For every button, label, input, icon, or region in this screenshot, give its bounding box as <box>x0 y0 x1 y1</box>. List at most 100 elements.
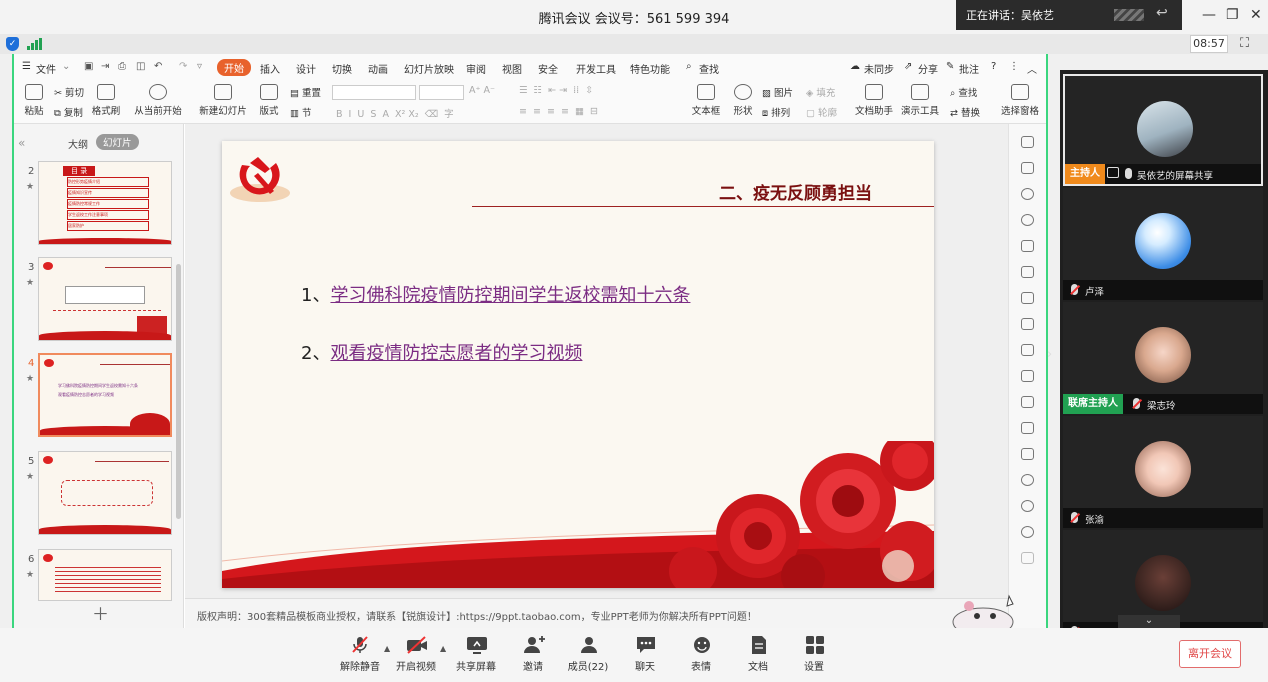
network-signal-icon[interactable] <box>27 38 42 50</box>
tab-transition[interactable]: 切换 <box>332 61 352 76</box>
textbox-button[interactable]: 文本框 <box>688 82 724 117</box>
arrange-button[interactable]: ⧈ 排列 <box>762 105 790 119</box>
save-icon[interactable]: ▣ <box>84 61 93 72</box>
tab-outline[interactable]: 大纲 <box>68 136 88 151</box>
hyperlink-return-to-school-rules[interactable]: 学习佛科院疫情防控期间学生返校需知十六条 <box>330 285 690 306</box>
design-icon[interactable] <box>1021 136 1034 148</box>
export-icon[interactable]: ⇥ <box>101 61 109 72</box>
return-icon[interactable]: ↩ <box>1156 5 1168 21</box>
tab-insert[interactable]: 插入 <box>260 61 280 76</box>
play-from-current-button[interactable]: 从当前开始 <box>130 82 186 117</box>
copy-slide-icon[interactable] <box>1021 344 1034 356</box>
slide-thumbnail-6[interactable] <box>38 549 172 601</box>
chevron-right-icon[interactable]: › <box>1047 340 1059 370</box>
help-icon[interactable]: ? <box>991 61 996 72</box>
shape-style-icon[interactable] <box>1021 188 1034 200</box>
chart-icon[interactable] <box>1021 292 1034 304</box>
menu-icon[interactable]: ☰ <box>22 61 31 72</box>
settings-button[interactable]: 设置 <box>786 636 842 673</box>
picture-button[interactable]: ▨ 图片 <box>762 85 793 99</box>
participant-card[interactable]: 主持人 吴依艺的屏幕共享 <box>1063 74 1263 186</box>
reset-button[interactable]: ▤ 重置 <box>290 85 321 99</box>
participant-card[interactable]: 吴森 <box>1063 530 1263 628</box>
doc-helper-button[interactable]: 文档助手 <box>854 82 894 117</box>
replace-button[interactable]: ⇄ 替换 <box>950 105 980 119</box>
tab-view[interactable]: 视图 <box>502 61 522 76</box>
tab-security[interactable]: 安全 <box>538 61 558 76</box>
download-icon[interactable] <box>1021 474 1034 486</box>
hyperlink-volunteer-video[interactable]: 观看疫情防控志愿者的学习视频 <box>330 343 582 364</box>
image-icon[interactable] <box>1021 422 1034 434</box>
fullscreen-icon[interactable]: ⛶ <box>1240 36 1249 51</box>
thumbnail-scrollbar[interactable] <box>176 264 181 519</box>
list-icons[interactable]: ☰ ☷ ⇤ ⇥ ⁞⁞ ⇳ <box>519 85 593 96</box>
undo-icon[interactable]: ↶ <box>154 61 162 72</box>
share-screen-button[interactable]: 共享屏幕 <box>448 636 504 673</box>
outline-button[interactable]: ▢ 轮廓 <box>806 105 837 119</box>
paste-button[interactable]: 粘贴 <box>20 82 48 117</box>
current-slide[interactable]: 二、疫无反顾勇担当 1、学习佛科院疫情防控期间学生返校需知十六条 2、观看疫情防… <box>222 141 934 588</box>
slide-thumbnail-5[interactable] <box>38 451 172 535</box>
start-video-button[interactable]: 开启视频 <box>388 636 444 673</box>
members-button[interactable]: 成员(22) <box>560 636 616 673</box>
search-icon[interactable]: ⌕ <box>686 61 692 72</box>
restore-icon[interactable]: ❐ <box>1226 7 1239 23</box>
font-style-icons[interactable]: B I U S A X² X₂ ⌫ 字 <box>336 106 454 120</box>
tab-devtools[interactable]: 开发工具 <box>576 61 616 76</box>
chat-button[interactable]: 聊天 <box>617 636 673 673</box>
tab-find[interactable]: 查找 <box>699 61 719 76</box>
cut-button[interactable]: ✂ 剪切 <box>54 85 84 99</box>
fill-button[interactable]: ◈ 填充 <box>806 85 835 99</box>
tab-start[interactable]: 开始 <box>217 59 251 76</box>
cube-icon[interactable] <box>1021 552 1034 564</box>
object-property-icon[interactable] <box>1021 162 1034 174</box>
section-button[interactable]: ▥ 节 <box>290 105 312 119</box>
chevron-down-icon[interactable]: ⌄ <box>62 61 70 72</box>
animation-icon[interactable] <box>1021 240 1034 252</box>
reactions-button[interactable]: 表情 <box>673 636 729 673</box>
history-icon[interactable] <box>1021 500 1034 512</box>
video-options-icon[interactable]: ▲ <box>440 644 446 653</box>
comment-button[interactable]: 批注 <box>959 61 979 76</box>
more-options-icon[interactable]: ⋮ <box>1009 61 1019 72</box>
close-icon[interactable]: ✕ <box>1250 7 1262 23</box>
print-icon[interactable]: ⎙ <box>118 61 126 72</box>
comment-icon[interactable]: ✎ <box>946 61 954 72</box>
share-icon[interactable]: ⇗ <box>904 61 912 72</box>
cloud-icon[interactable]: ☁ <box>850 61 860 72</box>
more-icon[interactable]: ▿ <box>197 61 202 72</box>
add-slide-button[interactable]: ＋ <box>92 600 109 625</box>
location-icon[interactable] <box>1021 214 1034 226</box>
tab-slides[interactable]: 幻灯片 <box>96 134 139 150</box>
shape-button[interactable]: 形状 <box>728 82 758 117</box>
unmute-button[interactable]: 解除静音 <box>332 636 388 673</box>
format-painter-button[interactable]: 格式刷 <box>91 82 121 117</box>
leave-meeting-button[interactable]: 离开会议 <box>1179 640 1241 668</box>
invite-button[interactable]: 邀请 <box>505 636 561 673</box>
export-arrow-icon[interactable] <box>1021 370 1034 382</box>
help-circle-icon[interactable] <box>1021 526 1034 538</box>
layout-button[interactable]: 版式 <box>254 82 284 117</box>
security-shield-icon[interactable]: ✓ <box>6 37 19 51</box>
menu-file[interactable]: 文件 <box>36 61 56 76</box>
font-grow-icon[interactable]: A⁺ A⁻ <box>469 85 495 96</box>
align-icons[interactable]: ≡ ≡ ≡ ≡ ▦ ⊟ <box>519 106 598 117</box>
grid-icon[interactable] <box>1021 266 1034 278</box>
tab-review[interactable]: 审阅 <box>466 61 486 76</box>
find-button[interactable]: ⌕ 查找 <box>950 85 977 99</box>
tab-special[interactable]: 特色功能 <box>630 61 670 76</box>
share-button[interactable]: 分享 <box>918 61 938 76</box>
presentation-tools-button[interactable]: 演示工具 <box>898 82 942 117</box>
minimize-icon[interactable]: — <box>1202 7 1216 23</box>
participant-card[interactable]: 张渝 <box>1063 416 1263 528</box>
slide-thumbnail-3[interactable] <box>38 257 172 341</box>
tab-slideshow[interactable]: 幻灯片放映 <box>404 61 454 76</box>
font-family-select[interactable] <box>332 85 416 100</box>
new-slide-button[interactable]: 新建幻灯片 <box>197 82 249 117</box>
docs-button[interactable]: 文档 <box>730 636 786 673</box>
slide-thumbnail-4[interactable]: 学习佛科院疫情防控期间学生返校需知十六条 观看疫情防控志愿者的学习视频 <box>38 353 172 437</box>
preview-icon[interactable]: ◫ <box>136 61 145 72</box>
participant-card[interactable]: 联席主持人 梁志玲 <box>1063 302 1263 414</box>
participant-card[interactable]: 卢泽 <box>1063 188 1263 300</box>
collapse-panel-icon[interactable]: « <box>18 136 25 150</box>
